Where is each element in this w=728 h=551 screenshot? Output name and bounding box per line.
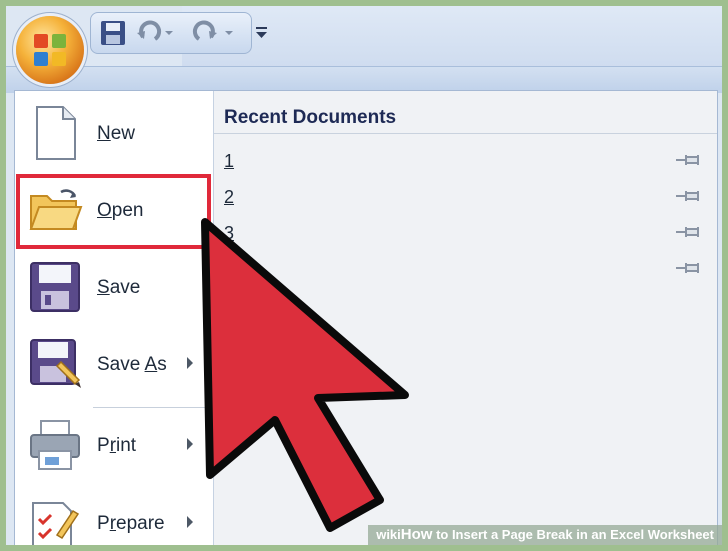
cursor-arrow-icon [201, 218, 409, 532]
banner-how: How [400, 526, 433, 543]
pointer-arrow-overlay [201, 218, 409, 532]
banner-text: to Insert a Page Break in an Excel Works… [432, 527, 714, 542]
banner-wiki: wiki [376, 527, 401, 542]
watermark-banner: wikiHow to Insert a Page Break in an Exc… [368, 525, 722, 545]
